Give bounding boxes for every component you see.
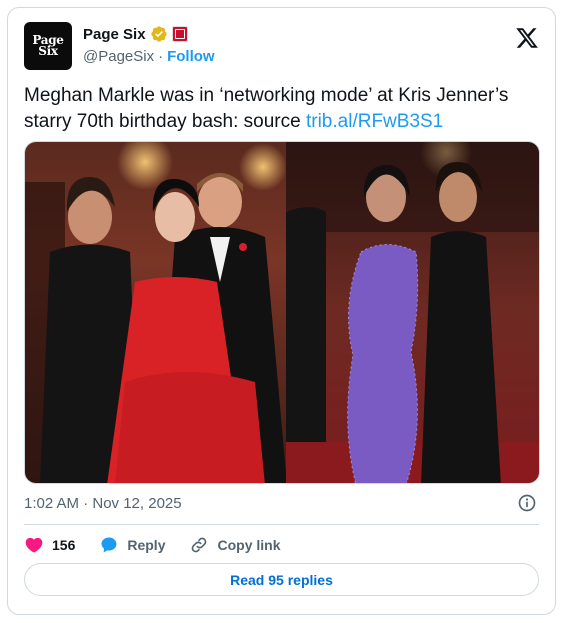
affiliate-badge-icon[interactable] — [171, 26, 188, 42]
handle-separator: · — [158, 48, 164, 65]
avatar[interactable]: Page Six — [24, 22, 72, 70]
link-icon — [192, 537, 207, 553]
heart-icon — [25, 537, 43, 553]
name-row: Page Six — [83, 25, 188, 43]
tweet-media[interactable] — [24, 141, 540, 484]
read-replies-button[interactable]: Read 95 replies — [24, 563, 539, 596]
info-icon[interactable] — [517, 493, 537, 513]
photo-left-illustration — [25, 142, 286, 483]
photo-right-illustration — [285, 142, 539, 483]
account-handle[interactable]: @PageSix — [83, 48, 154, 65]
reply-label: Reply — [127, 537, 166, 553]
action-bar: 156 Reply Copy link — [24, 534, 305, 556]
verified-badge-icon — [150, 26, 167, 42]
reply-button[interactable]: Reply — [99, 535, 165, 555]
tweet-timestamp[interactable]: 1:02 AM · Nov 12, 2025 — [24, 495, 182, 512]
account-name[interactable]: Page Six — [83, 26, 146, 43]
handle-row: @PageSix · Follow — [83, 48, 215, 65]
like-count: 156 — [52, 537, 76, 553]
avatar-text-line2: Six — [38, 44, 58, 58]
copy-link-label: Copy link — [217, 537, 281, 553]
follow-button[interactable]: Follow — [167, 48, 215, 65]
divider — [24, 524, 539, 525]
like-button[interactable]: 156 — [24, 535, 75, 555]
tweet-card: Page Six Page Six @PageSix · Follow Megh… — [7, 7, 556, 615]
tweet-header: Page Six Page Six @PageSix · Follow — [24, 22, 539, 70]
photo-right[interactable] — [285, 142, 539, 483]
tweet-text: Meghan Markle was in ‘networking mode’ a… — [24, 83, 539, 135]
x-logo-icon[interactable] — [515, 26, 539, 50]
speech-bubble-icon — [101, 537, 117, 553]
copy-link-button[interactable]: Copy link — [189, 535, 281, 555]
tweet-link[interactable]: trib.al/RFwB3S1 — [306, 111, 443, 132]
photo-left[interactable] — [25, 142, 286, 483]
